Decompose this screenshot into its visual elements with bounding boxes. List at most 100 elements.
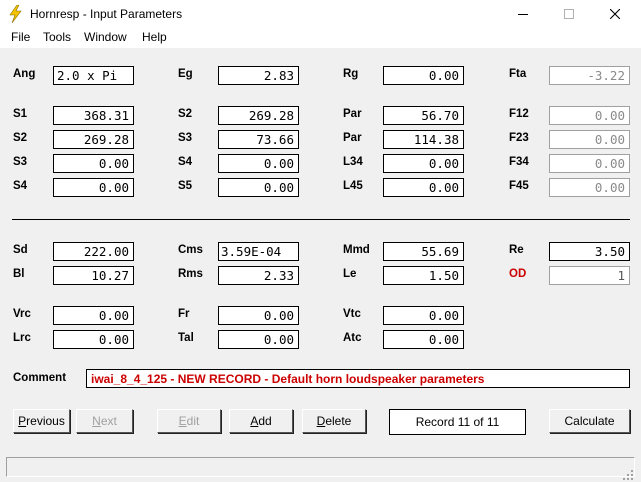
- label-s4: S4: [178, 156, 193, 168]
- menu-window[interactable]: Window: [84, 30, 127, 44]
- edit-accel: E: [178, 414, 187, 428]
- window-title: Hornresp - Input Parameters: [30, 7, 183, 21]
- field-le[interactable]: 1.50: [383, 266, 464, 285]
- field-lrc[interactable]: 0.00: [53, 330, 134, 349]
- field-f12[interactable]: 0.00: [549, 106, 630, 125]
- previous-label: revious: [26, 414, 65, 428]
- field-mmd[interactable]: 55.69: [383, 242, 464, 261]
- next-button[interactable]: Next: [76, 409, 133, 433]
- label-s5: S5: [178, 180, 193, 192]
- label-sd: Sd: [13, 244, 28, 256]
- label-rms: Rms: [178, 268, 203, 280]
- add-button[interactable]: Add: [229, 409, 293, 433]
- record-indicator: Record 11 of 11: [389, 409, 526, 435]
- label-l45: L45: [343, 180, 363, 192]
- label-f12: F12: [509, 108, 529, 120]
- menu-tools[interactable]: Tools: [43, 30, 71, 44]
- field-f23[interactable]: 0.00: [549, 130, 630, 149]
- field-cms[interactable]: 3.59E-04: [218, 242, 299, 261]
- resize-grip-icon[interactable]: [622, 469, 634, 481]
- edit-button[interactable]: Edit: [157, 409, 221, 433]
- label-le: Le: [343, 268, 357, 280]
- comment-field[interactable]: iwai_8_4_125 - NEW RECORD - Default horn…: [86, 369, 630, 388]
- field-rg[interactable]: 0.00: [383, 66, 464, 85]
- label-s3: S3: [178, 132, 193, 144]
- label-s3-second: S3: [13, 156, 28, 168]
- label-fta: Fta: [509, 68, 527, 80]
- maximize-button[interactable]: [546, 0, 592, 28]
- field-od[interactable]: 1: [549, 266, 630, 285]
- label-mmd: Mmd: [343, 244, 370, 256]
- field-s4-second[interactable]: 0.00: [53, 178, 134, 197]
- next-label: ext: [100, 414, 117, 428]
- add-accel: A: [250, 414, 259, 428]
- previous-accel: P: [18, 414, 27, 428]
- field-vtc[interactable]: 0.00: [383, 306, 464, 325]
- field-f45[interactable]: 0.00: [549, 178, 630, 197]
- label-vrc: Vrc: [13, 308, 31, 320]
- close-icon: [610, 9, 620, 19]
- field-s2[interactable]: 269.28: [218, 106, 299, 125]
- label-f34: F34: [509, 156, 529, 168]
- minimize-button[interactable]: [500, 0, 546, 28]
- label-par1: Par: [343, 108, 362, 120]
- field-sd[interactable]: 222.00: [53, 242, 134, 261]
- field-re[interactable]: 3.50: [549, 242, 630, 261]
- label-atc: Atc: [343, 332, 362, 344]
- label-cms: Cms: [178, 244, 203, 256]
- label-f23: F23: [509, 132, 529, 144]
- field-s2-second[interactable]: 269.28: [53, 130, 134, 149]
- menu-help[interactable]: Help: [142, 30, 167, 44]
- label-eg: Eg: [178, 68, 193, 80]
- field-eg[interactable]: 2.83: [218, 66, 299, 85]
- field-vrc[interactable]: 0.00: [53, 306, 134, 325]
- edit-label: dit: [186, 414, 200, 428]
- label-re: Re: [509, 244, 524, 256]
- label-par2: Par: [343, 132, 362, 144]
- label-f45: F45: [509, 180, 529, 192]
- label-comment: Comment: [13, 372, 67, 384]
- field-s4[interactable]: 0.00: [218, 154, 299, 173]
- field-ang[interactable]: 2.0 x Pi: [53, 66, 134, 85]
- field-fr[interactable]: 0.00: [218, 306, 299, 325]
- label-bl: Bl: [13, 268, 25, 280]
- label-lrc: Lrc: [13, 332, 31, 344]
- delete-button[interactable]: Delete: [302, 409, 366, 433]
- field-fta[interactable]: -3.22: [549, 66, 630, 85]
- field-bl[interactable]: 10.27: [53, 266, 134, 285]
- label-l34: L34: [343, 156, 363, 168]
- field-l45[interactable]: 0.00: [383, 178, 464, 197]
- menu-bar: File Tools Window Help: [0, 28, 641, 47]
- previous-button[interactable]: Previous: [13, 409, 70, 433]
- field-tal[interactable]: 0.00: [218, 330, 299, 349]
- field-s1[interactable]: 368.31: [53, 106, 134, 125]
- field-s3[interactable]: 73.66: [218, 130, 299, 149]
- field-f34[interactable]: 0.00: [549, 154, 630, 173]
- delete-label: elete: [325, 414, 352, 428]
- calculate-button[interactable]: Calculate: [549, 409, 630, 433]
- label-s1: S1: [13, 108, 28, 120]
- field-par2[interactable]: 114.38: [383, 130, 464, 149]
- next-accel: N: [92, 414, 101, 428]
- field-l34[interactable]: 0.00: [383, 154, 464, 173]
- label-od[interactable]: OD: [509, 268, 526, 280]
- menu-file[interactable]: File: [11, 30, 30, 44]
- field-par1[interactable]: 56.70: [383, 106, 464, 125]
- label-vtc: Vtc: [343, 308, 361, 320]
- label-s4-second: S4: [13, 180, 28, 192]
- lightning-icon: [9, 5, 22, 23]
- minimize-icon: [518, 14, 528, 15]
- label-ang: Ang: [13, 68, 36, 80]
- label-rg: Rg: [343, 68, 359, 80]
- label-s2-second: S2: [13, 132, 28, 144]
- label-tal: Tal: [178, 332, 194, 344]
- close-button[interactable]: [592, 0, 638, 28]
- add-label: dd: [258, 414, 272, 428]
- delete-accel: D: [316, 414, 326, 428]
- field-rms[interactable]: 2.33: [218, 266, 299, 285]
- field-s5[interactable]: 0.00: [218, 178, 299, 197]
- field-atc[interactable]: 0.00: [383, 330, 464, 349]
- label-s2: S2: [178, 108, 193, 120]
- field-s3-second[interactable]: 0.00: [53, 154, 134, 173]
- section-divider: [12, 219, 630, 220]
